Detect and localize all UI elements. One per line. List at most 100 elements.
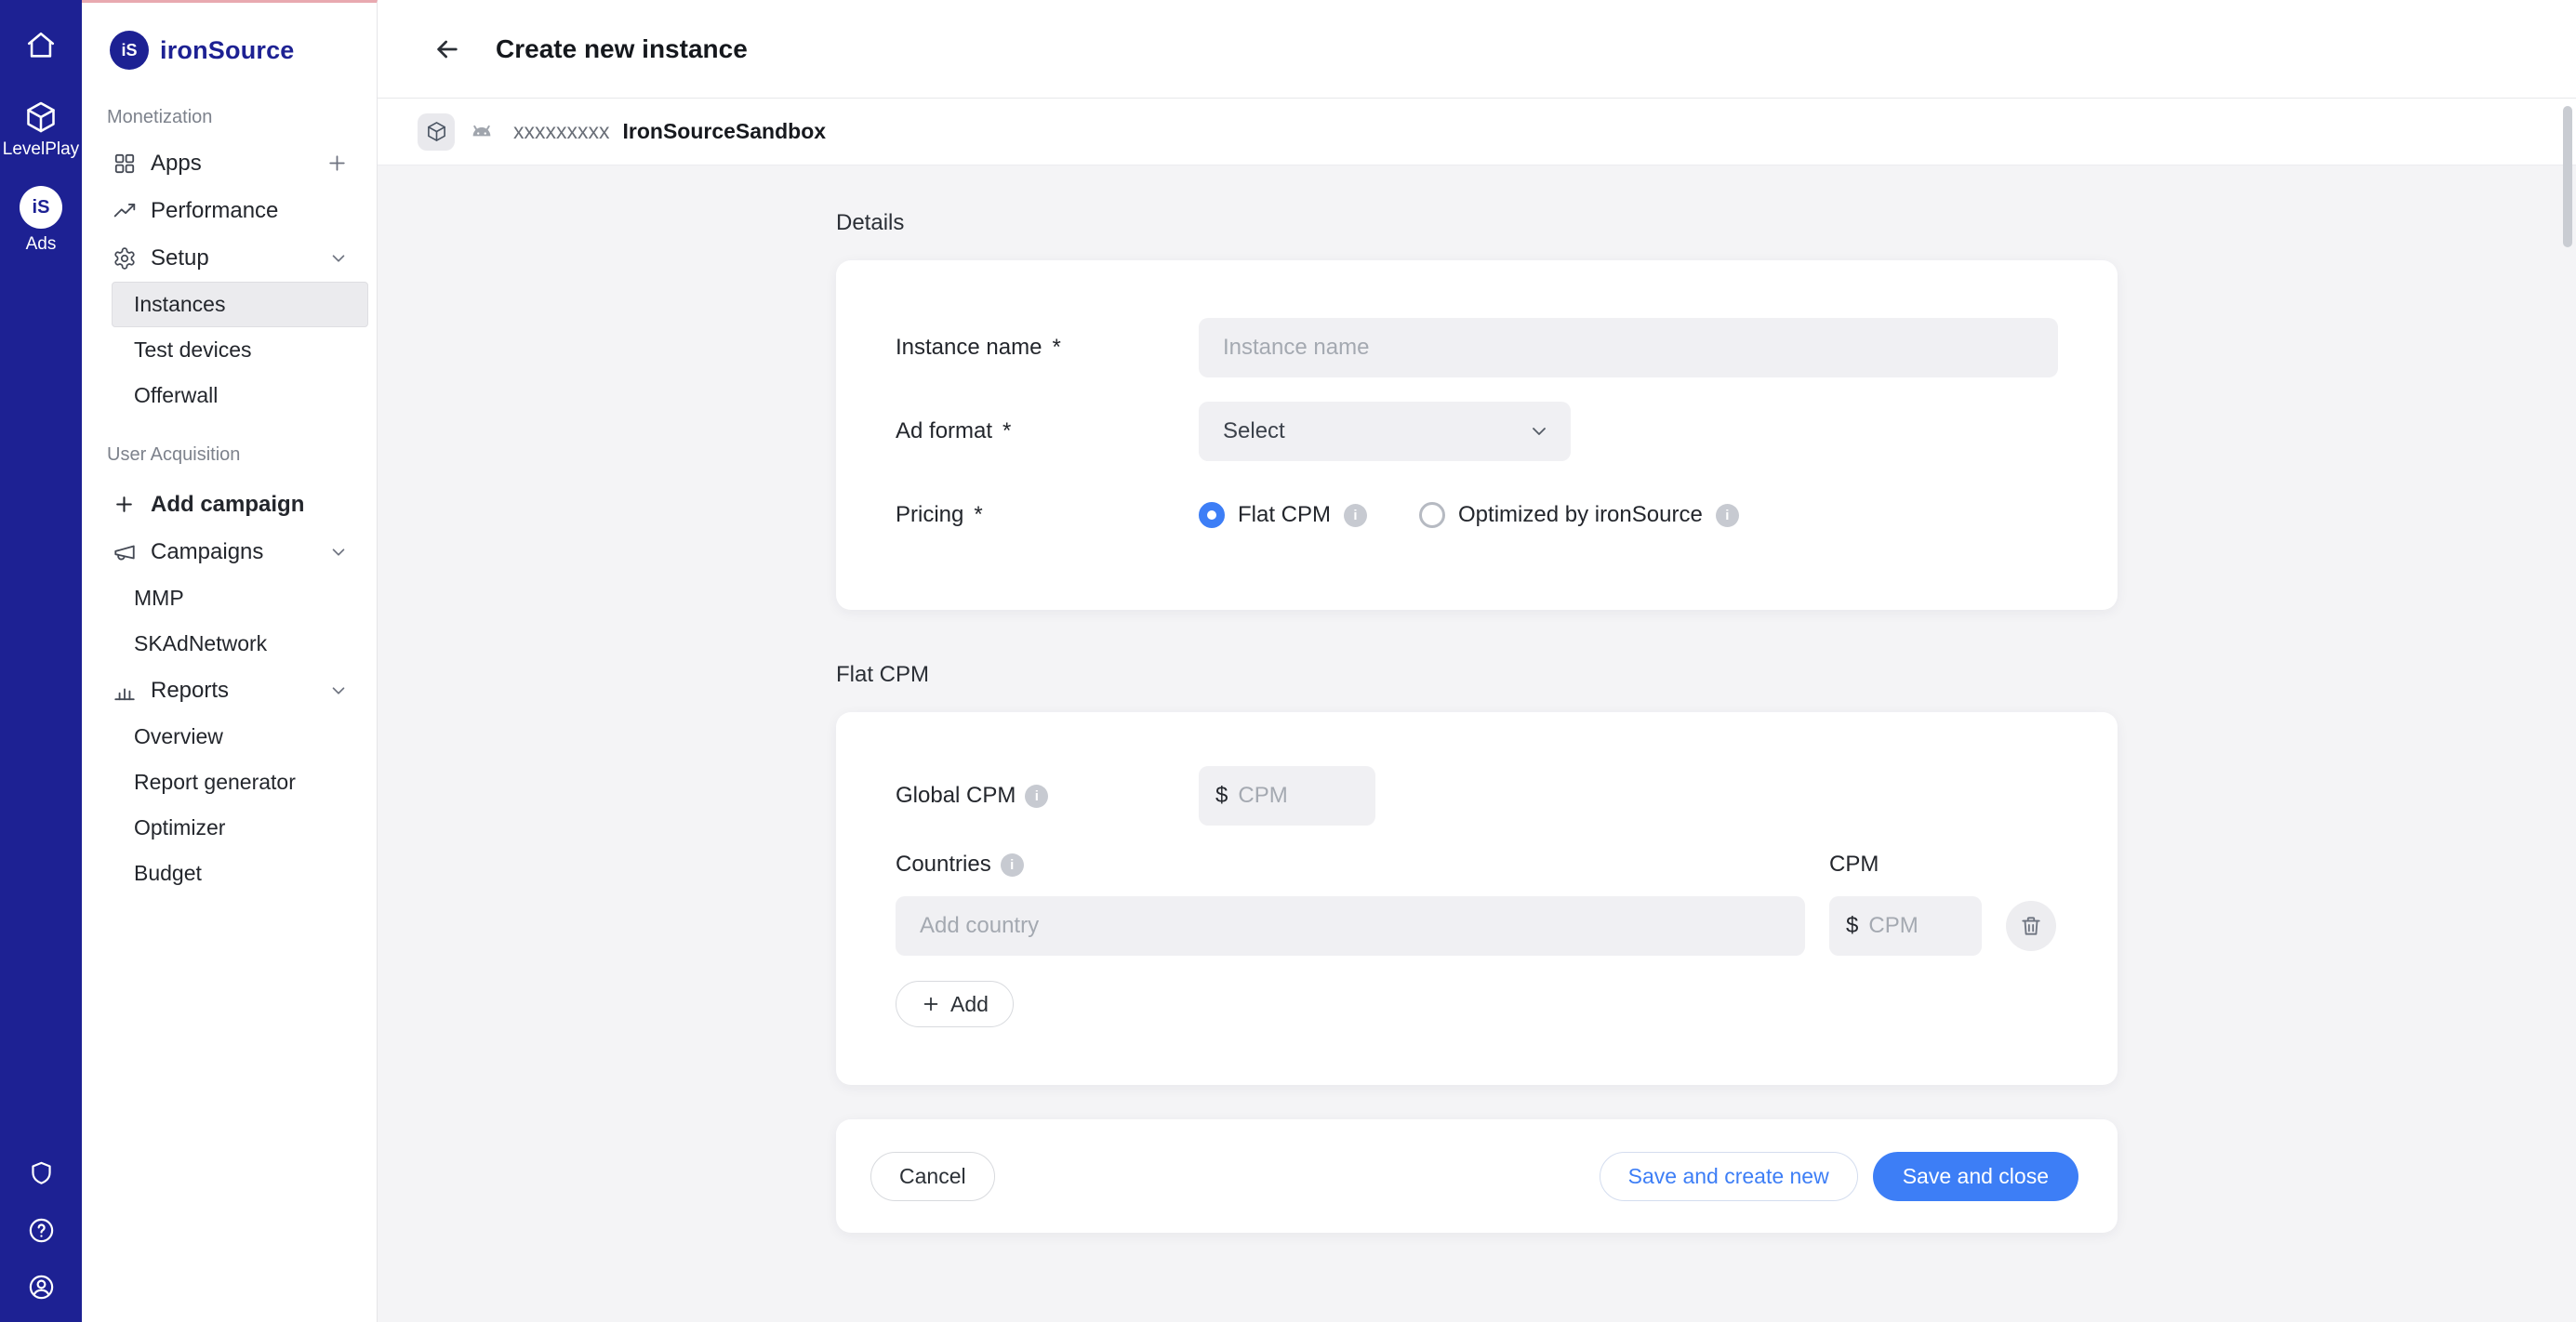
- sidebar-item-test-devices[interactable]: Test devices: [112, 327, 368, 373]
- radio-selected-icon[interactable]: [1199, 502, 1225, 528]
- instance-name-label: Instance name*: [896, 335, 1199, 361]
- sidebar-item-label: Apps: [151, 151, 312, 177]
- select-value: Select: [1223, 418, 1285, 444]
- info-icon[interactable]: i: [1344, 504, 1367, 527]
- sidebar-item-label: Campaigns: [151, 539, 314, 565]
- home-icon: [25, 30, 57, 61]
- sidebar-item-add-campaign[interactable]: Add campaign: [82, 481, 377, 528]
- chevron-down-icon: [1528, 420, 1550, 443]
- megaphone-icon: [112, 539, 137, 564]
- sidebar-item-label: Reports: [151, 678, 314, 704]
- info-icon[interactable]: i: [1716, 504, 1739, 527]
- chevron-down-icon: [328, 542, 349, 562]
- sidebar-item-instances[interactable]: Instances: [112, 282, 368, 327]
- help-icon[interactable]: [27, 1216, 56, 1245]
- levelplay-cube-icon: [24, 100, 58, 134]
- chevron-down-icon: [328, 248, 349, 269]
- countries-header-row: Countries i CPM: [896, 852, 2058, 878]
- sidebar-item-offerwall[interactable]: Offerwall: [112, 373, 368, 418]
- global-cpm-input-wrap: $: [1199, 766, 1375, 826]
- sidebar-subitem-label: SKAdNetwork: [134, 631, 267, 656]
- sidebar-item-reports[interactable]: Reports: [82, 667, 377, 714]
- brand-logo[interactable]: iS ironSource: [82, 31, 377, 70]
- currency-symbol: $: [1846, 913, 1858, 939]
- rail-ads-label: Ads: [26, 235, 57, 253]
- sidebar-subitem-label: Instances: [134, 292, 225, 317]
- details-section-title: Details: [836, 210, 2118, 236]
- instance-name-input[interactable]: [1199, 318, 2058, 377]
- required-asterisk: *: [1003, 418, 1011, 444]
- sidebar-item-apps[interactable]: Apps: [82, 139, 377, 187]
- pricing-label: Pricing*: [896, 502, 1199, 528]
- sidebar-item-setup[interactable]: Setup: [82, 234, 377, 282]
- save-and-create-new-button[interactable]: Save and create new: [1600, 1152, 1858, 1201]
- global-cpm-row: Global CPM i $: [896, 766, 2058, 826]
- back-button[interactable]: [432, 34, 462, 64]
- performance-chart-icon: [112, 198, 137, 223]
- form-actions-card: Cancel Save and create new Save and clos…: [836, 1119, 2118, 1233]
- plus-icon: [112, 492, 137, 517]
- rail-item-home[interactable]: [25, 30, 57, 61]
- ad-format-select[interactable]: Select: [1199, 402, 1571, 461]
- sidebar-item-optimizer[interactable]: Optimizer: [112, 805, 368, 851]
- app-name: IronSourceSandbox: [623, 119, 827, 144]
- add-button-label: Add: [950, 992, 989, 1017]
- pricing-radio-group: Flat CPM i Optimized by ironSource i: [1199, 502, 2058, 528]
- flat-cpm-card: Global CPM i $ Countries i CPM: [836, 712, 2118, 1085]
- scrollbar-thumb[interactable]: [2563, 106, 2572, 247]
- sidebar-item-report-generator[interactable]: Report generator: [112, 760, 368, 805]
- add-app-icon[interactable]: [325, 152, 349, 175]
- flat-cpm-radio-option[interactable]: Flat CPM i: [1199, 502, 1367, 528]
- main-content: Details Instance name* Ad format* Select: [378, 165, 2576, 1322]
- sidebar-item-campaigns[interactable]: Campaigns: [82, 528, 377, 575]
- ad-format-label: Ad format*: [896, 418, 1199, 444]
- info-icon[interactable]: i: [1001, 853, 1024, 877]
- sidebar-item-performance[interactable]: Performance: [82, 187, 377, 234]
- ironsource-logo-icon: iS: [20, 186, 62, 229]
- ironsource-brand-mark-icon: iS: [110, 31, 149, 70]
- required-asterisk: *: [1052, 335, 1060, 361]
- countries-label: Countries i: [896, 852, 1805, 878]
- android-icon: [468, 118, 496, 146]
- ironsource-logo-text: iS: [33, 197, 50, 218]
- sidebar-subitem-label: Test devices: [134, 337, 252, 363]
- sidebar-item-mmp[interactable]: MMP: [112, 575, 368, 621]
- section-label-user-acquisition: User Acquisition: [82, 444, 377, 466]
- instance-name-row: Instance name*: [896, 318, 2058, 377]
- sidebar-item-label: Add campaign: [151, 492, 349, 518]
- rail-item-levelplay[interactable]: LevelPlay: [3, 100, 79, 158]
- gear-icon: [112, 245, 137, 271]
- global-cpm-label: Global CPM i: [896, 783, 1199, 809]
- flat-cpm-section-title: Flat CPM: [836, 662, 2118, 688]
- required-asterisk: *: [974, 502, 982, 528]
- apps-grid-icon: [112, 151, 137, 176]
- sidebar-item-budget[interactable]: Budget: [112, 851, 368, 896]
- bar-chart-icon: [112, 678, 137, 703]
- currency-symbol: $: [1215, 783, 1228, 809]
- sidebar-item-label: Setup: [151, 245, 314, 271]
- save-and-close-button[interactable]: Save and close: [1873, 1152, 2078, 1201]
- account-icon[interactable]: [27, 1273, 56, 1302]
- rail-bottom: [27, 1159, 56, 1302]
- radio-unselected-icon[interactable]: [1419, 502, 1445, 528]
- rail-item-ads[interactable]: iS Ads: [20, 186, 62, 253]
- sidebar-subitem-label: Budget: [134, 861, 202, 886]
- info-icon[interactable]: i: [1025, 785, 1048, 808]
- country-cpm-input[interactable]: [1868, 913, 1965, 939]
- add-country-button[interactable]: Add: [896, 981, 1014, 1027]
- cancel-button[interactable]: Cancel: [870, 1152, 995, 1201]
- sidebar-item-overview[interactable]: Overview: [112, 714, 368, 760]
- sidebar-subitem-label: Overview: [134, 724, 223, 749]
- rail-levelplay-label: LevelPlay: [3, 140, 79, 158]
- optimized-radio-option[interactable]: Optimized by ironSource i: [1419, 502, 1739, 528]
- product-rail: LevelPlay iS Ads: [0, 0, 82, 1322]
- global-cpm-input[interactable]: [1238, 783, 1359, 809]
- shield-icon[interactable]: [27, 1159, 56, 1188]
- country-cpm-input-wrap: $: [1829, 896, 1982, 956]
- sidebar-item-skadnetwork[interactable]: SKAdNetwork: [112, 621, 368, 667]
- brand-wordmark: ironSource: [160, 36, 295, 65]
- add-country-input[interactable]: [896, 896, 1805, 956]
- section-label-monetization: Monetization: [82, 107, 377, 128]
- details-card: Instance name* Ad format* Select: [836, 260, 2118, 610]
- delete-row-button[interactable]: [2006, 901, 2056, 951]
